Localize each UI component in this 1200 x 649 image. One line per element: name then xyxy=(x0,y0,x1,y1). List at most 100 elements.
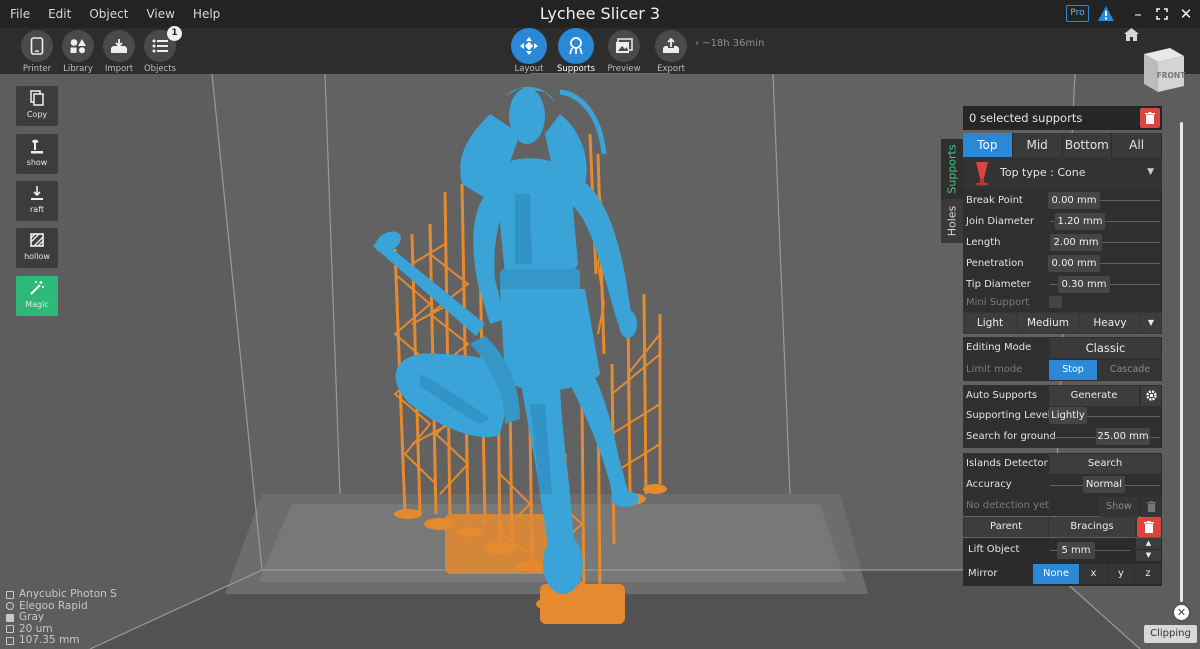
preset-light-button[interactable]: Light xyxy=(964,313,1016,333)
tab-bottom[interactable]: Bottom xyxy=(1062,133,1113,157)
lift-object-value[interactable]: 5 mm xyxy=(1057,542,1095,559)
phone-printer-icon xyxy=(30,37,44,55)
accuracy-value[interactable]: Normal xyxy=(1083,476,1125,493)
tip-diameter-value[interactable]: 0.30 mm xyxy=(1058,276,1110,293)
copy-icon xyxy=(30,90,44,106)
pro-badge[interactable]: Pro xyxy=(1066,5,1089,22)
move-arrows-icon xyxy=(520,37,538,55)
auto-supports-settings-button[interactable] xyxy=(1141,386,1161,406)
cone-tip-icon xyxy=(975,162,989,186)
bracings-button[interactable]: Bracings xyxy=(1049,517,1135,537)
preview-step-button[interactable]: Preview xyxy=(601,30,647,74)
maximize-icon[interactable] xyxy=(1152,4,1172,24)
tab-top[interactable]: Top xyxy=(963,133,1013,157)
view-cube[interactable]: FRONT xyxy=(1136,44,1188,96)
chevron-down-icon: ▼ xyxy=(1147,167,1154,177)
printer-icon xyxy=(6,590,14,599)
lift-decrement-icon[interactable]: ▼ xyxy=(1136,550,1161,561)
mirror-z-button[interactable]: z xyxy=(1135,564,1161,584)
support-tree-icon xyxy=(569,37,583,55)
parent-bracings-bar: Parent Bracings xyxy=(963,517,1162,537)
home-icon[interactable] xyxy=(1124,28,1139,41)
support-parameters: Break Point 0.00 mm Join Diameter 1.20 m… xyxy=(963,189,1162,312)
tab-all[interactable]: All xyxy=(1112,133,1162,157)
selected-supports-header: 0 selected supports xyxy=(963,106,1162,130)
export-step-button[interactable]: Export xyxy=(648,30,694,74)
preset-medium-button[interactable]: Medium xyxy=(1017,313,1079,333)
minimize-icon[interactable]: – xyxy=(1128,4,1148,24)
objects-button[interactable]: 1 Objects xyxy=(137,26,183,74)
print-time-estimate: ‹ ~18h 36min xyxy=(695,38,765,49)
resin-drop-icon xyxy=(6,602,14,611)
limit-stop-button[interactable]: Stop xyxy=(1049,360,1097,380)
join-diameter-value[interactable]: 1.20 mm xyxy=(1055,213,1105,230)
clipping-slider-track[interactable] xyxy=(1180,122,1183,602)
list-icon xyxy=(152,39,168,53)
clipping-button[interactable]: Clipping xyxy=(1144,625,1197,643)
editing-mode-block: Editing Mode Classic Limit mode Stop Cas… xyxy=(963,337,1162,381)
search-ground-value[interactable]: 25.00 mm xyxy=(1096,428,1150,445)
hollow-tool-button[interactable]: hollow xyxy=(16,228,58,268)
title-bar: File Edit Object View Help Lychee Slicer… xyxy=(0,0,1200,28)
limit-cascade-button[interactable]: Cascade xyxy=(1099,360,1161,380)
layers-icon xyxy=(6,625,14,634)
auto-supports-block: Auto Supports Generate Supporting Level … xyxy=(963,385,1162,448)
printer-button[interactable]: Printer xyxy=(14,30,60,74)
mini-support-checkbox[interactable] xyxy=(1049,296,1062,308)
tab-holes-vertical[interactable]: Holes xyxy=(941,199,963,243)
shapes-library-icon xyxy=(70,39,86,54)
break-point-value[interactable]: 0.00 mm xyxy=(1048,192,1100,209)
mirror-y-button[interactable]: y xyxy=(1108,564,1134,584)
islands-search-button[interactable]: Search xyxy=(1049,454,1161,474)
delete-supports-button[interactable] xyxy=(1140,108,1160,128)
lift-increment-icon[interactable]: ▲ xyxy=(1136,538,1161,549)
view-cube-front-label: FRONT xyxy=(1157,71,1187,80)
trash-icon xyxy=(1145,112,1155,124)
warning-icon[interactable] xyxy=(1097,5,1115,22)
islands-delete-button[interactable] xyxy=(1141,497,1161,517)
import-tray-icon xyxy=(111,39,127,53)
clipping-slider-handle[interactable]: ✕ xyxy=(1172,603,1191,622)
raft-tool-button[interactable]: raft xyxy=(16,181,58,221)
editing-mode-classic-button[interactable]: Classic xyxy=(1050,338,1161,358)
model-height: 107.35 mm xyxy=(6,634,117,647)
magic-wand-icon xyxy=(30,281,44,295)
mirror-x-button[interactable]: x xyxy=(1080,564,1107,584)
gear-icon xyxy=(1145,390,1157,401)
generate-supports-button[interactable]: Generate xyxy=(1049,386,1139,406)
magic-tool-button[interactable]: Magic xyxy=(16,276,58,316)
close-icon[interactable]: ✕ xyxy=(1176,4,1196,24)
islands-show-button[interactable]: Show xyxy=(1099,497,1139,517)
penetration-value[interactable]: 0.00 mm xyxy=(1048,255,1100,272)
raft-download-icon xyxy=(31,186,43,200)
preset-bar: Light Medium Heavy ▼ xyxy=(963,312,1162,334)
presets-dropdown-icon[interactable]: ▼ xyxy=(1141,313,1161,333)
delete-bracings-button[interactable] xyxy=(1137,517,1161,537)
height-icon xyxy=(6,636,14,645)
layout-step-button[interactable]: Layout xyxy=(506,30,552,74)
main-toolbar: Printer Library Import 1 Objects Layout … xyxy=(0,26,1200,75)
support-show-icon xyxy=(31,139,43,154)
length-value[interactable]: 2.00 mm xyxy=(1050,234,1102,251)
close-circle-icon: ✕ xyxy=(1176,606,1187,619)
parent-button[interactable]: Parent xyxy=(964,517,1048,537)
mirror-none-button[interactable]: None xyxy=(1033,564,1079,584)
color-swatch-icon xyxy=(6,613,14,622)
tab-supports-vertical[interactable]: Supports xyxy=(941,139,963,199)
preset-heavy-button[interactable]: Heavy xyxy=(1080,313,1140,333)
library-button[interactable]: Library xyxy=(55,30,101,74)
supports-step-button[interactable]: Supports xyxy=(553,30,599,74)
tab-mid[interactable]: Mid xyxy=(1012,133,1063,157)
supporting-level-value[interactable]: Lightly xyxy=(1049,407,1087,424)
trash-icon xyxy=(1144,521,1154,533)
export-icon xyxy=(663,38,679,53)
app-title: Lychee Slicer 3 xyxy=(539,4,661,23)
printer-model: Anycubic Photon S xyxy=(6,588,117,601)
top-type-dropdown[interactable]: Top type : Cone ▼ xyxy=(963,157,1162,189)
printer-info: Anycubic Photon S Elegoo Rapid Gray 20 u… xyxy=(6,588,117,647)
copy-tool-button[interactable]: Copy xyxy=(16,86,58,126)
trash-icon xyxy=(1146,501,1156,512)
hollow-hatch-icon xyxy=(30,233,44,247)
import-button[interactable]: Import xyxy=(96,30,142,74)
show-supports-tool-button[interactable]: show xyxy=(16,134,58,174)
